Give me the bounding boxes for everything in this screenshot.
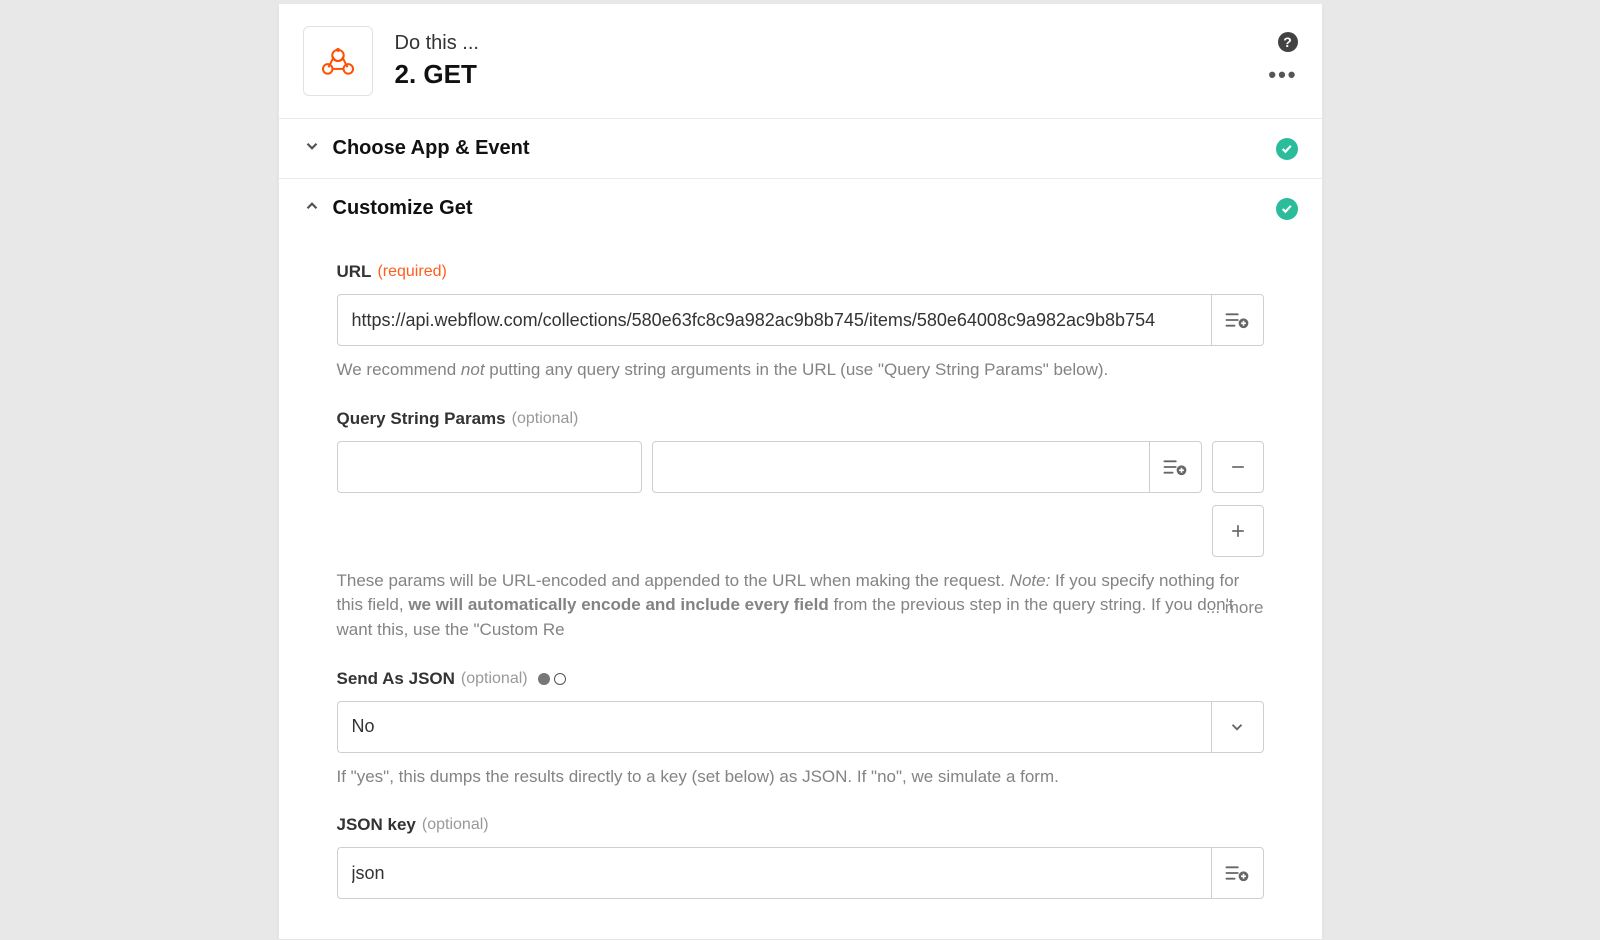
chevron-down-icon xyxy=(1228,718,1246,736)
section-title: Customize Get xyxy=(333,197,1276,220)
customize-body: URL (required) xyxy=(279,238,1322,939)
qsp-label: Query String Params (optional) xyxy=(337,409,1264,429)
url-field: URL (required) xyxy=(337,262,1264,383)
query-string-params-field: Query String Params (optional) xyxy=(337,409,1264,643)
label-text: Query String Params xyxy=(337,409,506,429)
optional-badge: (optional) xyxy=(512,410,579,428)
app-icon xyxy=(303,26,373,96)
step-title: 2. GET xyxy=(395,59,1298,90)
label-text: Send As JSON xyxy=(337,669,455,689)
send-json-helper: If "yes", this dumps the results directl… xyxy=(337,765,1264,790)
remove-row-button[interactable] xyxy=(1212,441,1264,493)
send-json-select[interactable]: No xyxy=(337,701,1212,753)
insert-data-button[interactable] xyxy=(1212,294,1264,346)
send-as-json-field: Send As JSON (optional) No If "yes", thi… xyxy=(337,669,1264,790)
insert-field-icon xyxy=(1224,309,1250,331)
add-row-button[interactable] xyxy=(1212,505,1264,557)
section-choose-app-event[interactable]: Choose App & Event xyxy=(279,119,1322,179)
chevron-up-icon xyxy=(303,197,323,220)
section-customize-get[interactable]: Customize Get xyxy=(279,179,1322,238)
section-title: Choose App & Event xyxy=(333,137,1276,160)
required-badge: (required) xyxy=(377,263,446,281)
minus-icon xyxy=(1228,457,1248,477)
url-input[interactable] xyxy=(337,294,1212,346)
json-key-input[interactable] xyxy=(337,847,1212,899)
insert-data-button[interactable] xyxy=(1150,441,1202,493)
plus-icon xyxy=(1228,521,1248,541)
help-icon[interactable]: ? xyxy=(1278,32,1298,52)
optional-badge: (optional) xyxy=(422,816,489,834)
insert-data-button[interactable] xyxy=(1212,847,1264,899)
qsp-helper: These params will be URL-encoded and app… xyxy=(337,569,1264,643)
qsp-value-input[interactable] xyxy=(652,441,1150,493)
status-complete-icon xyxy=(1276,198,1298,220)
dropdown-caret[interactable] xyxy=(1212,701,1264,753)
label-text: URL xyxy=(337,262,372,282)
step-eyebrow: Do this ... xyxy=(395,32,1298,55)
url-helper: We recommend not putting any query strin… xyxy=(337,358,1264,383)
optional-badge: (optional) xyxy=(461,670,528,688)
webhooks-icon xyxy=(319,42,357,80)
send-json-label: Send As JSON (optional) xyxy=(337,669,1264,689)
step-header: Do this ... 2. GET ? ••• xyxy=(279,4,1322,119)
json-key-label: JSON key (optional) xyxy=(337,815,1264,835)
insert-field-icon xyxy=(1224,862,1250,884)
insert-field-icon xyxy=(1162,456,1188,478)
url-label: URL (required) xyxy=(337,262,1264,282)
qsp-row xyxy=(337,441,1264,493)
step-card: Do this ... 2. GET ? ••• Choose App & Ev… xyxy=(278,4,1323,940)
chevron-down-icon xyxy=(303,137,323,160)
boolean-indicator-icon xyxy=(538,673,566,685)
step-titles: Do this ... 2. GET xyxy=(395,32,1298,90)
json-key-field: JSON key (optional) xyxy=(337,815,1264,899)
status-complete-icon xyxy=(1276,138,1298,160)
more-menu-icon[interactable]: ••• xyxy=(1268,70,1297,80)
label-text: JSON key xyxy=(337,815,416,835)
qsp-key-input[interactable] xyxy=(337,441,642,493)
